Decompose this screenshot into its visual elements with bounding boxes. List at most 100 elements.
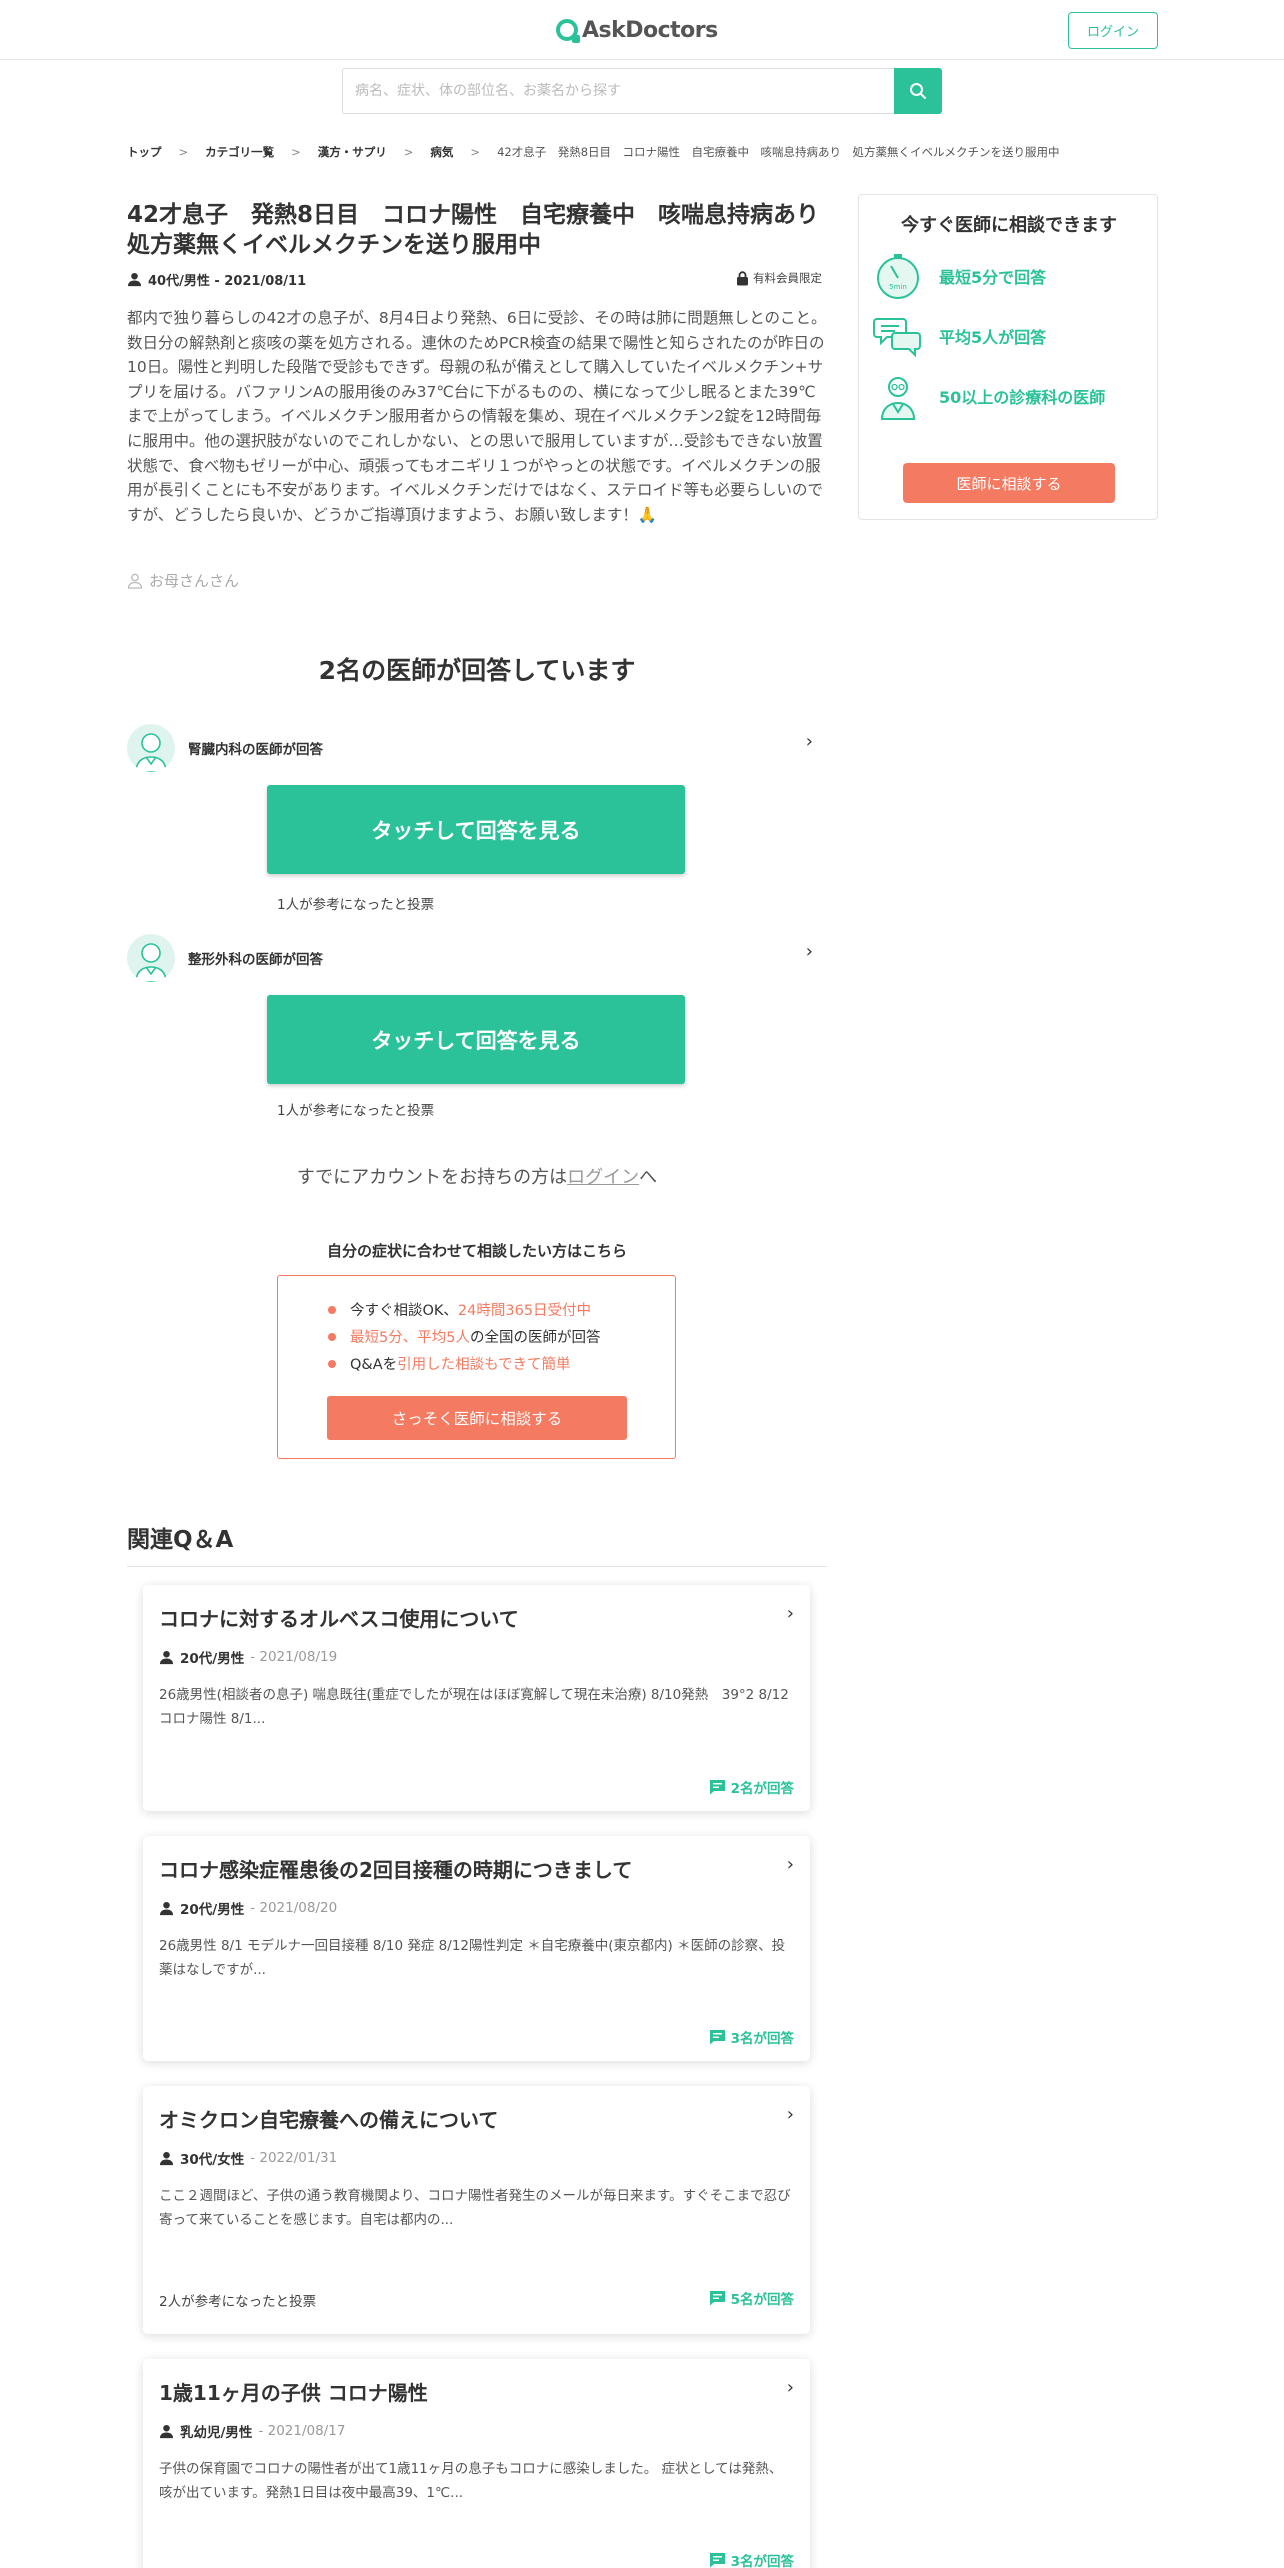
promo-list-item: 今すぐ相談OK、24時間365日受付中 (328, 1299, 591, 1320)
related-card-meta: 20代/男性 - 2021/08/19 (159, 1647, 337, 1667)
related-card-date: - 2022/01/31 (250, 2150, 338, 2166)
search-bar (342, 68, 942, 114)
related-card-meta: 乳幼児/男性 - 2021/08/17 (159, 2421, 345, 2441)
logo-icon (556, 19, 580, 43)
related-card-date: - 2021/08/20 (250, 1900, 338, 1916)
related-card-body: 26歳男性(相談者の息子) 喘息既往(重症でしたが現在はほぼ寛解して現在未治療)… (159, 1687, 789, 1727)
breadcrumb-separator: > (403, 145, 414, 159)
related-card-title: 1歳11ヶ月の子供 コロナ陽性 (159, 2381, 428, 2405)
comment-icon (709, 2030, 725, 2045)
answer-doctor-name: 腎臓内科の医師が回答 (188, 742, 323, 758)
chevron-right-icon: › (786, 2377, 794, 2398)
promo-highlight: 最短5分、平均5人 (350, 1330, 470, 1346)
promo-list-item: Q&Aを引用した相談もできて簡単 (328, 1353, 571, 1374)
promo-heading: 自分の症状に合わせて相談したい方はこちら (326, 1242, 627, 1260)
search-icon (910, 83, 926, 99)
sidebar-feature: 平均5人が回答 (873, 310, 1046, 362)
promo-list-item: 最短5分、平均5人の全国の医師が回答 (328, 1326, 600, 1347)
related-card-answers: 3名が回答 (709, 2550, 794, 2568)
related-card[interactable]: オミクロン自宅療養への備えについて › 30代/女性 - 2022/01/31 … (143, 2086, 810, 2334)
login-button[interactable]: ログイン (1068, 12, 1158, 49)
related-card-user: 乳幼児/男性 (180, 2425, 253, 2441)
related-card-meta: 30代/女性 - 2022/01/31 (159, 2148, 337, 2168)
related-card-user: 30代/女性 (180, 2152, 245, 2168)
answer-doctor-row[interactable]: 腎臓内科の医師が回答 › (127, 723, 827, 773)
have-account-prefix: すでにアカウントをお持ちの方は (296, 1167, 568, 1188)
related-card-title: コロナに対するオルベスコ使用について (159, 1607, 519, 1631)
related-card-title: コロナ感染症罹患後の2回目接種の時期につきまして (159, 1858, 633, 1882)
user-icon (127, 272, 142, 287)
related-card[interactable]: コロナ感染症罹患後の2回目接種の時期につきまして › 20代/男性 - 2021… (143, 1836, 810, 2061)
doctor-avatar-icon (135, 733, 167, 772)
logo-text: AskDoctors (582, 17, 718, 43)
bullet-icon (328, 1332, 336, 1341)
breadcrumb-separator: > (470, 145, 481, 159)
answer-votes: 1人が参考になったと投票 (277, 897, 435, 913)
doctor-avatar (127, 934, 175, 982)
question-title: 42才息子 発熱8日目 コロナ陽性 自宅療養中 咳喘息持病あり 処方薬無くイベル… (127, 202, 843, 258)
sidebar-feature-label: 最短5分で回答 (939, 268, 1047, 287)
related-card-answers-count: 3名が回答 (730, 2554, 794, 2568)
comment-icon (709, 2553, 725, 2568)
sidebar-feature-label: 50以上の診療科の医師 (939, 388, 1106, 407)
answers-heading: 2名の医師が回答しています (318, 656, 636, 685)
related-card-title: オミクロン自宅療養への備えについて (159, 2108, 499, 2132)
promo-text: Q&Aを (350, 1357, 398, 1373)
related-heading: 関連Q＆A (127, 1520, 827, 1567)
site-header: AskDoctors ログイン (0, 0, 1284, 60)
related-card-user: 20代/男性 (180, 1902, 245, 1918)
search-button[interactable] (894, 68, 942, 114)
start-consult-button[interactable]: さっそく医師に相談する (327, 1396, 627, 1440)
bullet-icon (328, 1305, 336, 1314)
breadcrumb: トップ > カテゴリ一覧 > 漢方・サプリ > 病気 > 42才息子 発熱8日目… (127, 144, 1060, 160)
login-link[interactable]: ログイン (567, 1167, 639, 1188)
related-card[interactable]: 1歳11ヶ月の子供 コロナ陽性 › 乳幼児/男性 - 2021/08/17 子供… (143, 2359, 810, 2568)
sidebar-feature: 50以上の診療科の医師 (873, 370, 1105, 422)
chat-bubbles-icon (873, 318, 921, 358)
related-card-answers-count: 3名が回答 (730, 2031, 794, 2047)
promo-text: の全国の医師が回答 (469, 1330, 601, 1346)
breadcrumb-separator: > (178, 145, 189, 159)
answer-votes: 1人が参考になったと投票 (277, 1103, 435, 1119)
user-icon (159, 2424, 174, 2438)
site-logo[interactable]: AskDoctors (556, 16, 718, 44)
promo-highlight: 引用した相談もできて簡単 (397, 1357, 571, 1373)
view-answer-button[interactable]: タッチして回答を見る (267, 995, 685, 1084)
promo-box: 今すぐ相談OK、24時間365日受付中 最短5分、平均5人の全国の医師が回答 Q… (277, 1275, 676, 1459)
related-card[interactable]: コロナに対するオルベスコ使用について › 20代/男性 - 2021/08/19… (143, 1585, 810, 1811)
related-card-answers: 3名が回答 (709, 2027, 794, 2047)
question-author: お母さんさん (127, 570, 239, 591)
have-account-suffix: へ (639, 1167, 658, 1188)
question-meta: 40代/男性 - 2021/08/11 (127, 270, 306, 289)
promo-highlight: 24時間365日受付中 (457, 1303, 592, 1319)
related-card-user: 20代/男性 (180, 1651, 245, 1667)
premium-label: 有料会員限定 (753, 271, 822, 285)
question-meta-text: 40代/男性 - 2021/08/11 (148, 274, 307, 289)
sidebar-feature: 5min 最短5分で回答 (873, 250, 1046, 302)
bullet-icon (328, 1359, 336, 1368)
breadcrumb-item-categories[interactable]: カテゴリ一覧 (205, 144, 274, 160)
answer-doctor-row[interactable]: 整形外科の医師が回答 › (127, 933, 827, 983)
related-card-votes: 2人が参考になったと投票 (159, 2294, 317, 2310)
breadcrumb-item-top[interactable]: トップ (127, 144, 162, 160)
consult-doctor-button[interactable]: 医師に相談する (903, 463, 1115, 503)
chevron-right-icon: › (786, 1854, 794, 1875)
have-account-text: すでにアカウントをお持ちの方はログインへ (127, 1163, 827, 1189)
view-answer-button[interactable]: タッチして回答を見る (267, 785, 685, 874)
related-card-answers-count: 5名が回答 (730, 2292, 794, 2308)
doctor-avatar (127, 724, 175, 772)
search-input[interactable] (342, 68, 894, 114)
sidebar-title: 今すぐ医師に相談できます (901, 215, 1117, 236)
question-author-name: お母さんさん (149, 572, 240, 590)
breadcrumb-item-kampo[interactable]: 漢方・サプリ (318, 144, 387, 160)
breadcrumb-separator: > (291, 145, 301, 159)
answer-doctor-name: 整形外科の医師が回答 (188, 952, 323, 968)
user-icon (159, 2151, 174, 2165)
breadcrumb-current: 42才息子 発熱8日目 コロナ陽性 自宅療養中 咳喘息持病あり 処方薬無くイベル… (497, 145, 1060, 159)
related-card-body: 26歳男性 8/1 モデルナ一回目接種 8/10 発症 8/12陽性判定 ＊自宅… (159, 1938, 786, 1978)
chevron-right-icon: › (786, 2104, 794, 2125)
svg-text:5min: 5min (889, 283, 907, 291)
chevron-right-icon[interactable]: › (806, 731, 813, 752)
chevron-right-icon[interactable]: › (806, 941, 813, 962)
breadcrumb-item-disease[interactable]: 病気 (430, 144, 453, 160)
